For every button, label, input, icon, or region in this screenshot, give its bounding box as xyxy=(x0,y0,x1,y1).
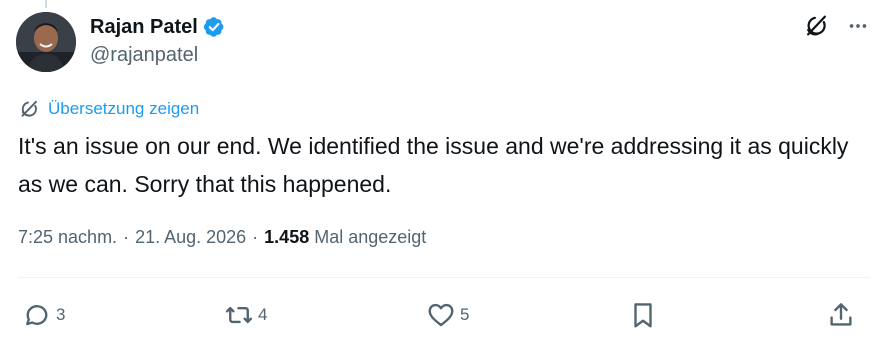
tweet-text: It's an issue on our end. We identified … xyxy=(18,133,849,197)
translate-label: Übersetzung zeigen xyxy=(48,99,200,118)
share-icon xyxy=(830,303,852,326)
share-button[interactable] xyxy=(826,295,856,335)
show-translation-link[interactable]: Übersetzung zeigen xyxy=(18,98,199,120)
bookmark-icon xyxy=(634,303,652,328)
meta-separator: · xyxy=(123,227,130,247)
tweet-actions-bar: 3 4 5 xyxy=(18,295,870,335)
reply-button[interactable]: 3 xyxy=(22,295,65,335)
grok-button[interactable] xyxy=(802,12,830,40)
tweet-header: Rajan Patel @rajanpatel xyxy=(16,12,872,72)
reply-icon xyxy=(26,305,48,326)
thread-connector-line xyxy=(45,0,47,8)
repost-button[interactable]: 4 xyxy=(224,295,267,335)
tweet-date[interactable]: 21. Aug. 2026 xyxy=(135,227,246,248)
like-button[interactable]: 5 xyxy=(426,295,469,335)
author-handle[interactable]: @rajanpatel xyxy=(90,42,225,68)
author-info: Rajan Patel @rajanpatel xyxy=(90,14,225,68)
name-row: Rajan Patel xyxy=(90,14,225,40)
grok-icon xyxy=(806,15,826,36)
views-label[interactable]: Mal angezeigt xyxy=(314,227,426,248)
like-count: 5 xyxy=(460,305,470,324)
author-display-name[interactable]: Rajan Patel xyxy=(90,14,198,40)
more-options-button[interactable] xyxy=(844,12,872,40)
bookmark-button[interactable] xyxy=(628,295,658,335)
views-count[interactable]: 1.458 xyxy=(264,227,309,248)
tweet-time[interactable]: 7:25 nachm. xyxy=(18,227,117,248)
header-actions xyxy=(802,12,872,40)
translate-icon xyxy=(18,98,40,120)
meta-separator: · xyxy=(252,227,259,247)
more-icon xyxy=(849,24,867,28)
repost-count: 4 xyxy=(258,305,268,324)
reply-count: 3 xyxy=(56,305,66,324)
tweet-meta: 7:25 nachm. · 21. Aug. 2026 · 1.458 Mal … xyxy=(18,227,426,248)
actions-divider xyxy=(18,277,870,278)
avatar[interactable] xyxy=(16,12,76,72)
avatar-image xyxy=(16,12,76,72)
repost-icon xyxy=(225,306,253,324)
verified-badge-icon[interactable] xyxy=(203,16,225,38)
like-icon xyxy=(428,303,454,327)
